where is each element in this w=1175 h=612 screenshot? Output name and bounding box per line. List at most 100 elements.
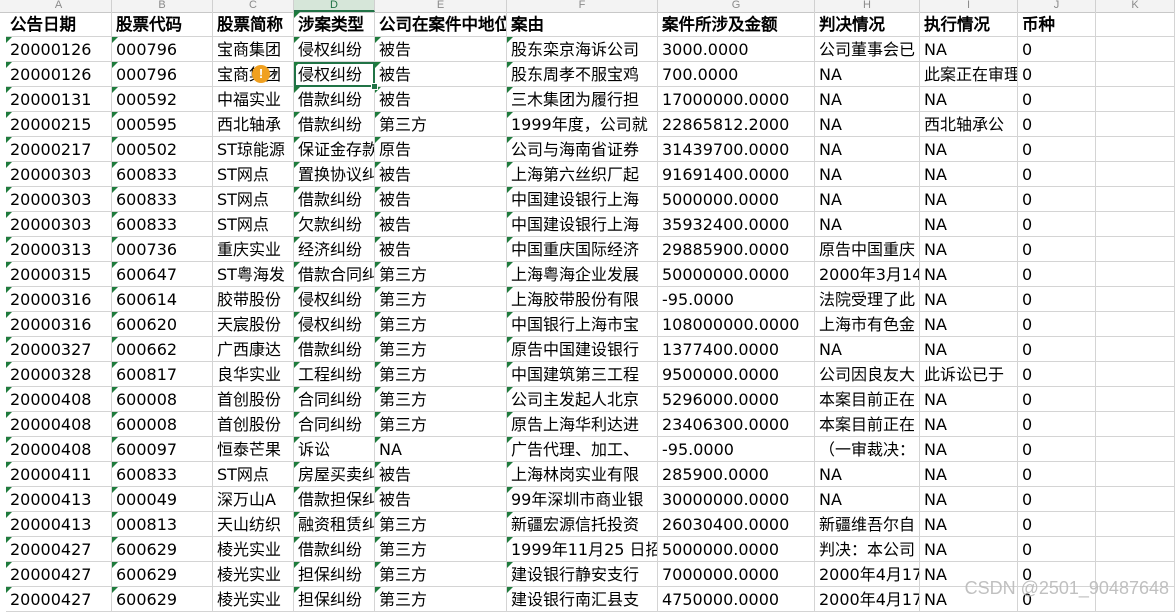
table-cell[interactable]: 20000215: [6, 112, 112, 137]
table-cell[interactable]: 上海第六丝织厂起: [507, 162, 658, 187]
empty-cell[interactable]: [1096, 462, 1175, 487]
table-cell[interactable]: 35932400.0000: [658, 212, 815, 237]
table-cell[interactable]: 0: [1018, 387, 1096, 412]
column-letter-j[interactable]: J: [1018, 0, 1096, 12]
warning-circle-icon[interactable]: !: [252, 65, 270, 83]
table-cell[interactable]: NA: [815, 487, 920, 512]
empty-cell[interactable]: [1096, 62, 1175, 87]
table-cell[interactable]: 借款纠纷: [294, 187, 375, 212]
table-cell[interactable]: NA: [815, 87, 920, 112]
empty-cell[interactable]: [1096, 337, 1175, 362]
table-cell[interactable]: 首创股份: [213, 412, 294, 437]
table-cell[interactable]: 0: [1018, 287, 1096, 312]
table-cell[interactable]: ST网点: [213, 212, 294, 237]
table-cell[interactable]: 建设银行静安支行: [507, 562, 658, 587]
column-letter-h[interactable]: H: [815, 0, 920, 12]
column-header-cell[interactable]: 案件所涉及金额: [658, 12, 815, 37]
table-cell[interactable]: 被告: [375, 37, 507, 62]
table-cell[interactable]: 600629: [112, 587, 213, 612]
table-cell[interactable]: 被告: [375, 462, 507, 487]
table-cell[interactable]: 深万山A: [213, 487, 294, 512]
table-cell[interactable]: 欠款纠纷: [294, 212, 375, 237]
table-cell[interactable]: 第三方: [375, 412, 507, 437]
table-cell[interactable]: 重庆实业: [213, 237, 294, 262]
table-cell[interactable]: （一审裁决：: [815, 437, 920, 462]
table-cell[interactable]: 1999年度，公司就: [507, 112, 658, 137]
table-cell[interactable]: 中国建筑第三工程: [507, 362, 658, 387]
table-cell[interactable]: 原告中国建设银行: [507, 337, 658, 362]
table-cell[interactable]: 30000000.0000: [658, 487, 815, 512]
column-header-cell[interactable]: 涉案类型: [294, 12, 375, 37]
table-cell[interactable]: 被告: [375, 212, 507, 237]
table-cell[interactable]: 20000217: [6, 137, 112, 162]
table-cell[interactable]: NA: [920, 137, 1018, 162]
table-cell[interactable]: 西北轴承公: [920, 112, 1018, 137]
table-cell[interactable]: 20000427: [6, 537, 112, 562]
table-cell[interactable]: 2000年4月17: [815, 562, 920, 587]
table-cell[interactable]: 600097: [112, 437, 213, 462]
table-cell[interactable]: NA: [815, 337, 920, 362]
table-cell[interactable]: 此案正在审理: [920, 62, 1018, 87]
table-cell[interactable]: 108000000.0000: [658, 312, 815, 337]
empty-cell[interactable]: [1096, 87, 1175, 112]
table-cell[interactable]: 工程纠纷: [294, 362, 375, 387]
table-cell[interactable]: NA: [920, 187, 1018, 212]
table-cell[interactable]: 棱光实业: [213, 562, 294, 587]
table-cell[interactable]: ST琼能源: [213, 137, 294, 162]
table-cell[interactable]: 第三方: [375, 287, 507, 312]
table-cell[interactable]: 1999年11月25 日招: [507, 537, 658, 562]
table-cell[interactable]: ST网点: [213, 462, 294, 487]
table-cell[interactable]: 000736: [112, 237, 213, 262]
table-cell[interactable]: 20000315: [6, 262, 112, 287]
column-header-cell[interactable]: 股票代码: [112, 12, 213, 37]
table-cell[interactable]: 本案目前正在: [815, 412, 920, 437]
table-cell[interactable]: 20000316: [6, 287, 112, 312]
table-cell[interactable]: 20000411: [6, 462, 112, 487]
table-cell[interactable]: 600008: [112, 387, 213, 412]
table-cell[interactable]: NA: [920, 162, 1018, 187]
table-cell[interactable]: 担保纠纷: [294, 562, 375, 587]
empty-cell[interactable]: [1096, 412, 1175, 437]
table-cell[interactable]: 0: [1018, 87, 1096, 112]
column-letter-k[interactable]: K: [1096, 0, 1175, 12]
table-cell[interactable]: 第三方: [375, 512, 507, 537]
table-cell[interactable]: 法院受理了此: [815, 287, 920, 312]
table-cell[interactable]: 天宸股份: [213, 312, 294, 337]
table-cell[interactable]: 000662: [112, 337, 213, 362]
table-cell[interactable]: 股东栾京海诉公司: [507, 37, 658, 62]
table-cell[interactable]: 600008: [112, 412, 213, 437]
table-cell[interactable]: 600833: [112, 162, 213, 187]
table-cell[interactable]: 20000316: [6, 312, 112, 337]
table-cell[interactable]: 0: [1018, 262, 1096, 287]
table-cell[interactable]: 上海林岗实业有限: [507, 462, 658, 487]
table-cell[interactable]: 良华实业: [213, 362, 294, 387]
table-cell[interactable]: 23406300.0000: [658, 412, 815, 437]
table-cell[interactable]: 保证金存款: [294, 137, 375, 162]
table-cell[interactable]: 公司与海南省证券: [507, 137, 658, 162]
table-cell[interactable]: 000049: [112, 487, 213, 512]
table-cell[interactable]: 5296000.0000: [658, 387, 815, 412]
empty-cell[interactable]: [1096, 137, 1175, 162]
table-cell[interactable]: 第三方: [375, 262, 507, 287]
selected-cell[interactable]: 侵权纠纷: [294, 62, 375, 87]
empty-cell[interactable]: [1096, 237, 1175, 262]
table-cell[interactable]: 首创股份: [213, 387, 294, 412]
table-cell[interactable]: 借款纠纷: [294, 87, 375, 112]
table-cell[interactable]: 20000303: [6, 187, 112, 212]
table-cell[interactable]: ST网点: [213, 187, 294, 212]
table-cell[interactable]: 三木集团为履行担: [507, 87, 658, 112]
table-cell[interactable]: 中福实业: [213, 87, 294, 112]
table-cell[interactable]: 0: [1018, 137, 1096, 162]
table-cell[interactable]: 棱光实业: [213, 537, 294, 562]
table-cell[interactable]: 600620: [112, 312, 213, 337]
table-cell[interactable]: 7000000.0000: [658, 562, 815, 587]
table-cell[interactable]: 侵权纠纷: [294, 312, 375, 337]
table-cell[interactable]: 被告: [375, 87, 507, 112]
table-cell[interactable]: NA: [375, 437, 507, 462]
column-letter-a[interactable]: A: [6, 0, 112, 12]
empty-cell[interactable]: [1096, 387, 1175, 412]
table-cell[interactable]: 20000408: [6, 412, 112, 437]
table-cell[interactable]: 第三方: [375, 362, 507, 387]
table-cell[interactable]: 600629: [112, 562, 213, 587]
table-cell[interactable]: NA: [815, 162, 920, 187]
